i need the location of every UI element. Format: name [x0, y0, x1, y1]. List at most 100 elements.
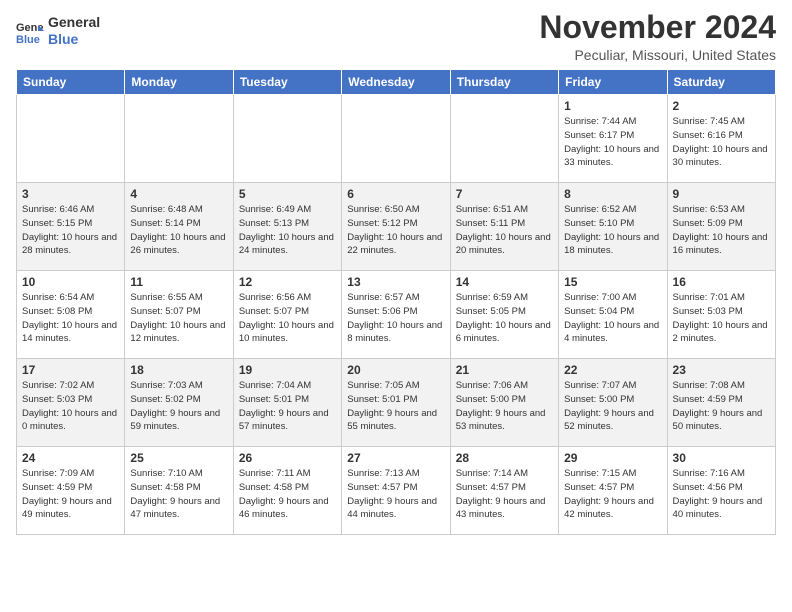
day-number: 1	[564, 99, 661, 113]
day-info: Sunrise: 6:57 AM Sunset: 5:06 PM Dayligh…	[347, 291, 444, 346]
day-info: Sunrise: 7:03 AM Sunset: 5:02 PM Dayligh…	[130, 379, 227, 434]
calendar-week-2: 10 Sunrise: 6:54 AM Sunset: 5:08 PM Dayli…	[17, 271, 776, 359]
day-info: Sunrise: 7:44 AM Sunset: 6:17 PM Dayligh…	[564, 115, 661, 170]
day-number: 5	[239, 187, 336, 201]
location: Peculiar, Missouri, United States	[539, 47, 776, 63]
calendar-cell: 17 Sunrise: 7:02 AM Sunset: 5:03 PM Dayli…	[17, 359, 125, 447]
day-info: Sunrise: 7:10 AM Sunset: 4:58 PM Dayligh…	[130, 467, 227, 522]
day-number: 14	[456, 275, 553, 289]
day-info: Sunrise: 7:15 AM Sunset: 4:57 PM Dayligh…	[564, 467, 661, 522]
calendar-cell: 16 Sunrise: 7:01 AM Sunset: 5:03 PM Dayli…	[667, 271, 775, 359]
calendar-cell: 14 Sunrise: 6:59 AM Sunset: 5:05 PM Dayli…	[450, 271, 558, 359]
day-number: 30	[673, 451, 770, 465]
day-info: Sunrise: 7:08 AM Sunset: 4:59 PM Dayligh…	[673, 379, 770, 434]
day-info: Sunrise: 7:09 AM Sunset: 4:59 PM Dayligh…	[22, 467, 119, 522]
day-info: Sunrise: 6:52 AM Sunset: 5:10 PM Dayligh…	[564, 203, 661, 258]
day-number: 13	[347, 275, 444, 289]
calendar-cell: 10 Sunrise: 6:54 AM Sunset: 5:08 PM Dayli…	[17, 271, 125, 359]
day-info: Sunrise: 6:53 AM Sunset: 5:09 PM Dayligh…	[673, 203, 770, 258]
calendar-cell: 20Sunrise: 7:05 AM Sunset: 5:01 PM Dayli…	[342, 359, 450, 447]
day-number: 17	[22, 363, 119, 377]
col-monday: Monday	[125, 70, 233, 95]
title-section: November 2024 Peculiar, Missouri, United…	[539, 10, 776, 63]
calendar-cell: 19Sunrise: 7:04 AM Sunset: 5:01 PM Dayli…	[233, 359, 341, 447]
day-info: Sunrise: 7:07 AM Sunset: 5:00 PM Dayligh…	[564, 379, 661, 434]
day-number: 9	[673, 187, 770, 201]
day-info: Sunrise: 7:16 AM Sunset: 4:56 PM Dayligh…	[673, 467, 770, 522]
calendar-cell: 29 Sunrise: 7:15 AM Sunset: 4:57 PM Dayli…	[559, 447, 667, 535]
day-number: 3	[22, 187, 119, 201]
header: General Blue General Blue November 2024 …	[16, 10, 776, 63]
logo-line1: General	[48, 14, 100, 31]
calendar-cell: 4Sunrise: 6:48 AM Sunset: 5:14 PM Daylig…	[125, 183, 233, 271]
calendar-cell: 26Sunrise: 7:11 AM Sunset: 4:58 PM Dayli…	[233, 447, 341, 535]
logo: General Blue General Blue	[16, 14, 100, 48]
day-info: Sunrise: 7:11 AM Sunset: 4:58 PM Dayligh…	[239, 467, 336, 522]
calendar-cell: 13 Sunrise: 6:57 AM Sunset: 5:06 PM Dayli…	[342, 271, 450, 359]
day-number: 10	[22, 275, 119, 289]
day-number: 15	[564, 275, 661, 289]
calendar-cell: 5 Sunrise: 6:49 AM Sunset: 5:13 PM Daylig…	[233, 183, 341, 271]
day-number: 22	[564, 363, 661, 377]
calendar-table: Sunday Monday Tuesday Wednesday Thursday…	[16, 69, 776, 535]
day-number: 6	[347, 187, 444, 201]
calendar-cell: 18 Sunrise: 7:03 AM Sunset: 5:02 PM Dayli…	[125, 359, 233, 447]
day-info: Sunrise: 7:06 AM Sunset: 5:00 PM Dayligh…	[456, 379, 553, 434]
day-number: 25	[130, 451, 227, 465]
month-title: November 2024	[539, 10, 776, 45]
day-info: Sunrise: 6:51 AM Sunset: 5:11 PM Dayligh…	[456, 203, 553, 258]
calendar-cell: 22 Sunrise: 7:07 AM Sunset: 5:00 PM Dayli…	[559, 359, 667, 447]
day-number: 11	[130, 275, 227, 289]
calendar-cell: 15Sunrise: 7:00 AM Sunset: 5:04 PM Dayli…	[559, 271, 667, 359]
day-number: 7	[456, 187, 553, 201]
day-info: Sunrise: 6:54 AM Sunset: 5:08 PM Dayligh…	[22, 291, 119, 346]
day-number: 24	[22, 451, 119, 465]
calendar-cell: 2 Sunrise: 7:45 AM Sunset: 6:16 PM Daylig…	[667, 95, 775, 183]
calendar-cell	[450, 95, 558, 183]
calendar-cell: 12Sunrise: 6:56 AM Sunset: 5:07 PM Dayli…	[233, 271, 341, 359]
day-info: Sunrise: 6:50 AM Sunset: 5:12 PM Dayligh…	[347, 203, 444, 258]
day-number: 18	[130, 363, 227, 377]
day-number: 12	[239, 275, 336, 289]
calendar-cell: 23 Sunrise: 7:08 AM Sunset: 4:59 PM Dayli…	[667, 359, 775, 447]
calendar-cell: 28 Sunrise: 7:14 AM Sunset: 4:57 PM Dayli…	[450, 447, 558, 535]
calendar-week-4: 24 Sunrise: 7:09 AM Sunset: 4:59 PM Dayli…	[17, 447, 776, 535]
col-sunday: Sunday	[17, 70, 125, 95]
calendar-page: General Blue General Blue November 2024 …	[0, 0, 792, 551]
day-number: 8	[564, 187, 661, 201]
col-thursday: Thursday	[450, 70, 558, 95]
day-number: 29	[564, 451, 661, 465]
calendar-cell: 25 Sunrise: 7:10 AM Sunset: 4:58 PM Dayli…	[125, 447, 233, 535]
col-wednesday: Wednesday	[342, 70, 450, 95]
day-info: Sunrise: 7:02 AM Sunset: 5:03 PM Dayligh…	[22, 379, 119, 434]
calendar-cell: 3Sunrise: 6:46 AM Sunset: 5:15 PM Daylig…	[17, 183, 125, 271]
day-info: Sunrise: 7:14 AM Sunset: 4:57 PM Dayligh…	[456, 467, 553, 522]
calendar-cell: 11Sunrise: 6:55 AM Sunset: 5:07 PM Dayli…	[125, 271, 233, 359]
logo-text: General Blue	[48, 14, 100, 48]
day-info: Sunrise: 7:04 AM Sunset: 5:01 PM Dayligh…	[239, 379, 336, 434]
calendar-cell	[17, 95, 125, 183]
day-number: 28	[456, 451, 553, 465]
col-saturday: Saturday	[667, 70, 775, 95]
day-info: Sunrise: 7:01 AM Sunset: 5:03 PM Dayligh…	[673, 291, 770, 346]
day-info: Sunrise: 7:05 AM Sunset: 5:01 PM Dayligh…	[347, 379, 444, 434]
day-number: 2	[673, 99, 770, 113]
day-info: Sunrise: 6:49 AM Sunset: 5:13 PM Dayligh…	[239, 203, 336, 258]
header-row: Sunday Monday Tuesday Wednesday Thursday…	[17, 70, 776, 95]
day-number: 23	[673, 363, 770, 377]
day-number: 27	[347, 451, 444, 465]
calendar-cell: 30 Sunrise: 7:16 AM Sunset: 4:56 PM Dayli…	[667, 447, 775, 535]
day-number: 16	[673, 275, 770, 289]
col-friday: Friday	[559, 70, 667, 95]
calendar-cell	[233, 95, 341, 183]
calendar-cell: 24 Sunrise: 7:09 AM Sunset: 4:59 PM Dayli…	[17, 447, 125, 535]
calendar-cell: 9 Sunrise: 6:53 AM Sunset: 5:09 PM Daylig…	[667, 183, 775, 271]
day-info: Sunrise: 6:59 AM Sunset: 5:05 PM Dayligh…	[456, 291, 553, 346]
logo-icon: General Blue	[16, 17, 44, 45]
calendar-cell: 6 Sunrise: 6:50 AM Sunset: 5:12 PM Daylig…	[342, 183, 450, 271]
calendar-cell	[342, 95, 450, 183]
calendar-cell: 27 Sunrise: 7:13 AM Sunset: 4:57 PM Dayli…	[342, 447, 450, 535]
day-number: 21	[456, 363, 553, 377]
day-info: Sunrise: 7:45 AM Sunset: 6:16 PM Dayligh…	[673, 115, 770, 170]
day-info: Sunrise: 7:13 AM Sunset: 4:57 PM Dayligh…	[347, 467, 444, 522]
